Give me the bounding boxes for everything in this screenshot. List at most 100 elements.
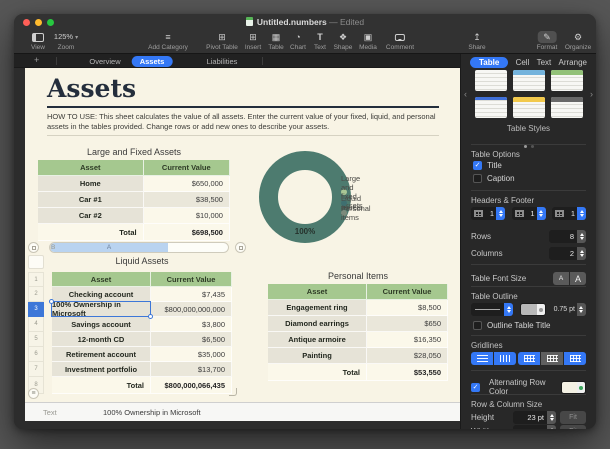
table-row[interactable]: Home $650,000: [38, 176, 230, 192]
table-resize-handle[interactable]: [229, 388, 237, 396]
selection-handle[interactable]: [49, 299, 54, 304]
add-row-handle-button[interactable]: [28, 388, 39, 399]
stepper-arrows[interactable]: [577, 230, 586, 243]
organize-button[interactable]: Organize: [565, 31, 591, 51]
outline-table-title-row[interactable]: Outline Table Title: [473, 321, 586, 330]
formula-bar-value[interactable]: 100% Ownership in Microsoft: [103, 408, 201, 417]
footer-rows-stepper[interactable]: 1: [552, 207, 586, 220]
chart-button[interactable]: Chart: [290, 31, 306, 51]
table-row[interactable]: Savings account $3,800: [52, 317, 232, 332]
cell[interactable]: $8,500: [367, 300, 448, 316]
zoom-dropdown[interactable]: 125% Zoom: [54, 31, 78, 51]
stepper-arrows[interactable]: [496, 207, 505, 220]
table-header-row[interactable]: Asset Current Value: [268, 284, 448, 300]
caption-checkbox-row[interactable]: Caption: [473, 174, 586, 183]
cell[interactable]: $6,500: [151, 332, 232, 347]
inspector-tab-table[interactable]: Table: [470, 57, 508, 68]
cell[interactable]: Home: [38, 176, 144, 192]
table-style-green[interactable]: [551, 70, 583, 91]
header-cell[interactable]: Current Value: [151, 272, 232, 287]
formula-bar[interactable]: Text 100% Ownership in Microsoft: [25, 402, 460, 421]
stepper-arrows[interactable]: [547, 425, 556, 429]
shape-button[interactable]: Shape: [334, 31, 353, 51]
stepper-arrows[interactable]: [577, 207, 586, 220]
table-row[interactable]: Diamond earrings $650: [268, 316, 448, 332]
table-header-row[interactable]: Asset Current Value: [52, 272, 232, 287]
outline-width-value[interactable]: 0.75 pt: [554, 306, 575, 313]
add-column-button[interactable]: [235, 242, 246, 253]
insert-button[interactable]: Insert: [245, 31, 261, 51]
row-number[interactable]: 2: [28, 287, 44, 302]
inner-gridlines-button[interactable]: [541, 352, 563, 365]
header-rows-stepper[interactable]: 1: [512, 207, 546, 220]
row-number[interactable]: 5: [28, 332, 44, 347]
liquid-assets-table[interactable]: Asset Current Value Checking account $7,…: [52, 272, 232, 394]
rows-value-field[interactable]: 8: [549, 230, 577, 243]
table-total-row[interactable]: Total $800,000,066,435: [52, 377, 232, 394]
inspector-tab-text[interactable]: Text: [537, 58, 552, 67]
stepper-arrows[interactable]: [577, 247, 586, 260]
fixed-table-title[interactable]: Large and Fixed Assets: [38, 147, 230, 157]
cell[interactable]: $800,000,000,000: [151, 302, 232, 317]
header-cell[interactable]: Asset: [268, 284, 367, 300]
checkbox-unchecked-icon[interactable]: [473, 174, 482, 183]
legend-item[interactable]: Personal items: [341, 210, 347, 216]
cell[interactable]: Investment portfolio: [52, 362, 151, 377]
vertical-gridlines-button[interactable]: [494, 352, 516, 365]
comment-button[interactable]: Comment: [386, 31, 414, 51]
cell[interactable]: Car #2: [38, 208, 144, 224]
columns-value-field[interactable]: 2: [549, 247, 577, 260]
table-style-bluebar[interactable]: [475, 97, 507, 118]
checkbox-unchecked-icon[interactable]: [473, 321, 482, 330]
total-label-cell[interactable]: Total: [38, 224, 144, 241]
table-row[interactable]: 12-month CD $6,500: [52, 332, 232, 347]
table-header-row[interactable]: Asset Current Value: [38, 160, 230, 176]
stepper-arrows[interactable]: [537, 207, 546, 220]
cell[interactable]: Painting: [268, 348, 367, 364]
cell[interactable]: $650,000: [144, 176, 230, 192]
cell[interactable]: $35,000: [151, 347, 232, 362]
selected-cell[interactable]: 100% Ownership in Microsoft: [52, 302, 151, 317]
cell[interactable]: $28,050: [367, 348, 448, 364]
cell[interactable]: $16,350: [367, 332, 448, 348]
header-cell[interactable]: Asset: [52, 272, 151, 287]
inspector-tab-cell[interactable]: Cell: [516, 58, 530, 67]
title-checkbox-row[interactable]: Title: [473, 161, 586, 170]
header-gridlines-button[interactable]: [518, 352, 540, 365]
row-number[interactable]: 6: [28, 347, 44, 362]
cell[interactable]: Savings account: [52, 317, 151, 332]
width-value-field[interactable]: [513, 425, 547, 429]
cell[interactable]: Diamond earrings: [268, 316, 367, 332]
chevron-left-icon[interactable]: ‹: [464, 90, 467, 99]
increase-font-button[interactable]: A: [570, 272, 586, 285]
add-category-button[interactable]: Add Category: [148, 31, 188, 51]
sheet-tab-liabilities[interactable]: Liabilities: [199, 56, 246, 67]
table-row[interactable]: Engagement ring $8,500: [268, 300, 448, 316]
table-style-blue[interactable]: [513, 70, 545, 91]
table-handle-button[interactable]: [28, 242, 39, 253]
total-value-cell[interactable]: $800,000,066,435: [151, 377, 232, 394]
add-sheet-button[interactable]: +: [34, 56, 39, 65]
table-style-yellow[interactable]: [513, 97, 545, 118]
row-number-selected[interactable]: 3: [28, 302, 44, 317]
checkbox-checked-icon[interactable]: [471, 383, 480, 392]
sheet-tab-assets[interactable]: Assets: [132, 56, 173, 67]
column-ref-b[interactable]: B: [50, 243, 55, 253]
table-row-selected[interactable]: 100% Ownership in Microsoft $800,000,000…: [52, 302, 232, 317]
header-columns-stepper[interactable]: 1: [471, 207, 505, 220]
format-button[interactable]: Format: [537, 31, 558, 51]
fixed-assets-table[interactable]: Asset Current Value Home $650,000 Car #1…: [38, 160, 230, 241]
line-style-dropdown[interactable]: [471, 303, 513, 316]
cell[interactable]: $3,800: [151, 317, 232, 332]
height-fit-button[interactable]: Fit: [560, 411, 586, 424]
table-row[interactable]: Painting $28,050: [268, 348, 448, 364]
view-button[interactable]: View: [31, 31, 45, 51]
cell[interactable]: $10,000: [144, 208, 230, 224]
alt-row-color-well[interactable]: [561, 381, 586, 394]
table-row[interactable]: Car #2 $10,000: [38, 208, 230, 224]
stepper-arrows[interactable]: [547, 411, 556, 424]
table-row[interactable]: Investment portfolio $13,700: [52, 362, 232, 377]
cell[interactable]: Engagement ring: [268, 300, 367, 316]
selection-handle[interactable]: [148, 314, 153, 319]
column-reference-bar[interactable]: A B: [49, 242, 229, 253]
